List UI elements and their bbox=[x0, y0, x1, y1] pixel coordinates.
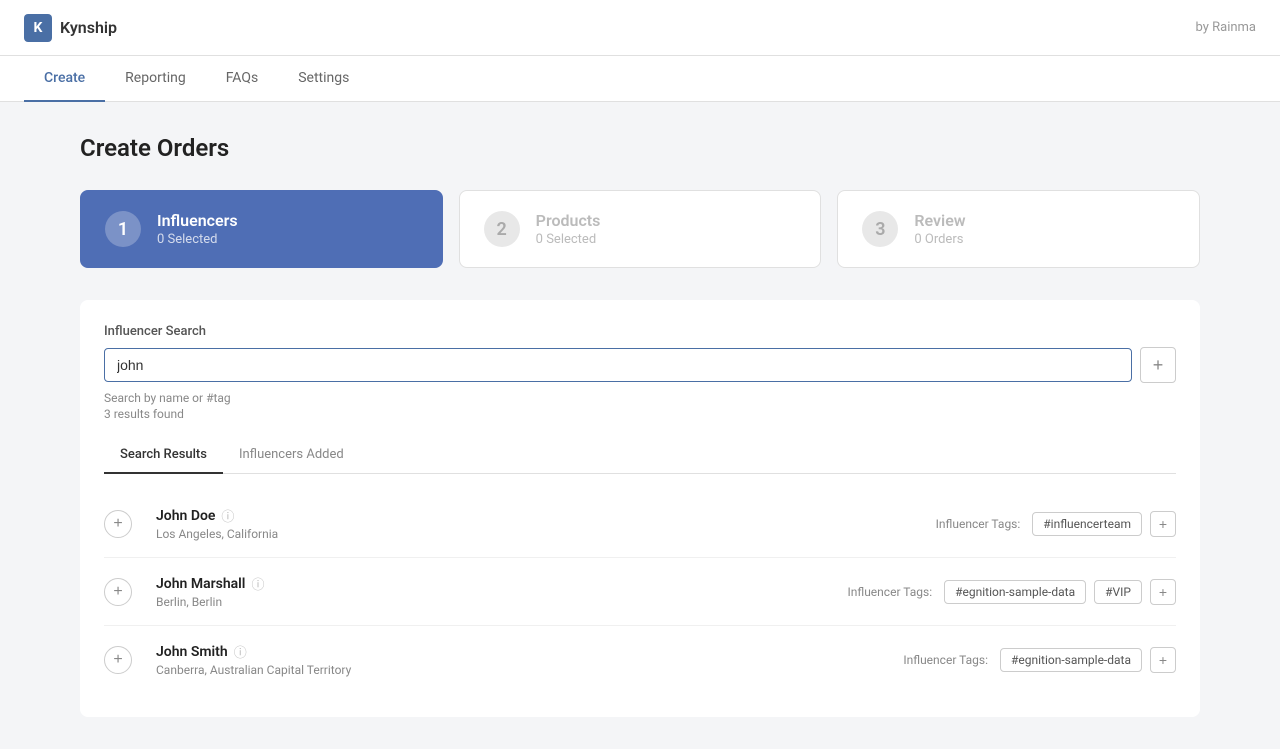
influencer-name-row-2: John Marshall ⓘ bbox=[156, 574, 847, 593]
table-row: + John Marshall ⓘ Berlin, Berlin Influen… bbox=[104, 558, 1176, 626]
influencer-location-2: Berlin, Berlin bbox=[156, 595, 847, 609]
table-row: + John Smith ⓘ Canberra, Australian Capi… bbox=[104, 626, 1176, 693]
step-info-3: Review 0 Orders bbox=[914, 211, 965, 247]
search-label: Influencer Search bbox=[104, 324, 1176, 339]
inner-tabs: Search Results Influencers Added bbox=[104, 437, 1176, 474]
step-name-1: Influencers bbox=[157, 211, 238, 230]
main-content: Create Orders 1 Influencers 0 Selected 2… bbox=[0, 102, 1280, 749]
influencer-name-3: John Smith bbox=[156, 644, 228, 660]
step-sub-3: 0 Orders bbox=[914, 232, 965, 247]
step-info-2: Products 0 Selected bbox=[536, 211, 601, 247]
tag-badge-2-0: #egnition-sample-data bbox=[944, 580, 1086, 604]
tag-add-button-1[interactable]: + bbox=[1150, 511, 1176, 537]
influencer-list: + John Doe ⓘ Los Angeles, California Inf… bbox=[104, 490, 1176, 693]
step-info-1: Influencers 0 Selected bbox=[157, 211, 238, 247]
search-row: + bbox=[104, 347, 1176, 383]
step-number-2: 2 bbox=[484, 211, 520, 247]
tags-section-2: Influencer Tags: #egnition-sample-data #… bbox=[847, 579, 1176, 605]
tags-label-3: Influencer Tags: bbox=[903, 653, 988, 667]
tag-add-button-2[interactable]: + bbox=[1150, 579, 1176, 605]
step-sub-1: 0 Selected bbox=[157, 232, 238, 247]
step-number-1: 1 bbox=[105, 211, 141, 247]
step-card-review[interactable]: 3 Review 0 Orders bbox=[837, 190, 1200, 268]
step-card-products[interactable]: 2 Products 0 Selected bbox=[459, 190, 822, 268]
influencer-name-row-1: John Doe ⓘ bbox=[156, 506, 936, 525]
search-input[interactable] bbox=[104, 348, 1132, 382]
steps-row: 1 Influencers 0 Selected 2 Products 0 Se… bbox=[80, 190, 1200, 268]
nav-tab-faqs[interactable]: FAQs bbox=[206, 56, 279, 102]
influencer-location-3: Canberra, Australian Capital Territory bbox=[156, 663, 903, 677]
tags-label-1: Influencer Tags: bbox=[936, 517, 1021, 531]
step-sub-2: 0 Selected bbox=[536, 232, 601, 247]
influencer-info-1: John Doe ⓘ Los Angeles, California bbox=[156, 506, 936, 541]
search-section: Influencer Search + Search by name or #t… bbox=[80, 300, 1200, 717]
step-card-influencers[interactable]: 1 Influencers 0 Selected bbox=[80, 190, 443, 268]
influencer-name-row-3: John Smith ⓘ bbox=[156, 642, 903, 661]
tag-add-button-3[interactable]: + bbox=[1150, 647, 1176, 673]
info-icon-3[interactable]: ⓘ bbox=[234, 642, 247, 661]
tags-section-3: Influencer Tags: #egnition-sample-data + bbox=[903, 647, 1176, 673]
nav-tab-settings[interactable]: Settings bbox=[278, 56, 369, 102]
nav-tabs: Create Reporting FAQs Settings bbox=[0, 56, 1280, 102]
logo-area: K Kynship bbox=[24, 14, 117, 42]
influencer-name-2: John Marshall bbox=[156, 576, 245, 592]
search-hint: Search by name or #tag bbox=[104, 391, 1176, 405]
info-icon-2[interactable]: ⓘ bbox=[251, 574, 264, 593]
search-add-button[interactable]: + bbox=[1140, 347, 1176, 383]
add-influencer-button-3[interactable]: + bbox=[104, 646, 132, 674]
app-name: Kynship bbox=[60, 18, 117, 37]
tags-section-1: Influencer Tags: #influencerteam + bbox=[936, 511, 1176, 537]
step-number-3: 3 bbox=[862, 211, 898, 247]
page-title: Create Orders bbox=[80, 134, 1200, 162]
step-name-3: Review bbox=[914, 211, 965, 230]
info-icon-1[interactable]: ⓘ bbox=[221, 506, 234, 525]
search-results-count: 3 results found bbox=[104, 407, 1176, 421]
tags-label-2: Influencer Tags: bbox=[847, 585, 932, 599]
tag-badge-3-0: #egnition-sample-data bbox=[1000, 648, 1142, 672]
add-influencer-button-2[interactable]: + bbox=[104, 578, 132, 606]
inner-tab-influencers-added[interactable]: Influencers Added bbox=[223, 437, 360, 474]
influencer-name-1: John Doe bbox=[156, 508, 215, 524]
add-influencer-button-1[interactable]: + bbox=[104, 510, 132, 538]
nav-tab-reporting[interactable]: Reporting bbox=[105, 56, 206, 102]
inner-tab-search-results[interactable]: Search Results bbox=[104, 437, 223, 474]
nav-tab-create[interactable]: Create bbox=[24, 56, 105, 102]
tag-badge-1-0: #influencerteam bbox=[1032, 512, 1142, 536]
logo-icon: K bbox=[24, 14, 52, 42]
step-name-2: Products bbox=[536, 211, 601, 230]
by-text: by Rainma bbox=[1196, 20, 1257, 35]
influencer-info-3: John Smith ⓘ Canberra, Australian Capita… bbox=[156, 642, 903, 677]
table-row: + John Doe ⓘ Los Angeles, California Inf… bbox=[104, 490, 1176, 558]
header: K Kynship by Rainma bbox=[0, 0, 1280, 56]
influencer-info-2: John Marshall ⓘ Berlin, Berlin bbox=[156, 574, 847, 609]
tag-badge-2-1: #VIP bbox=[1094, 580, 1142, 604]
influencer-location-1: Los Angeles, California bbox=[156, 527, 936, 541]
